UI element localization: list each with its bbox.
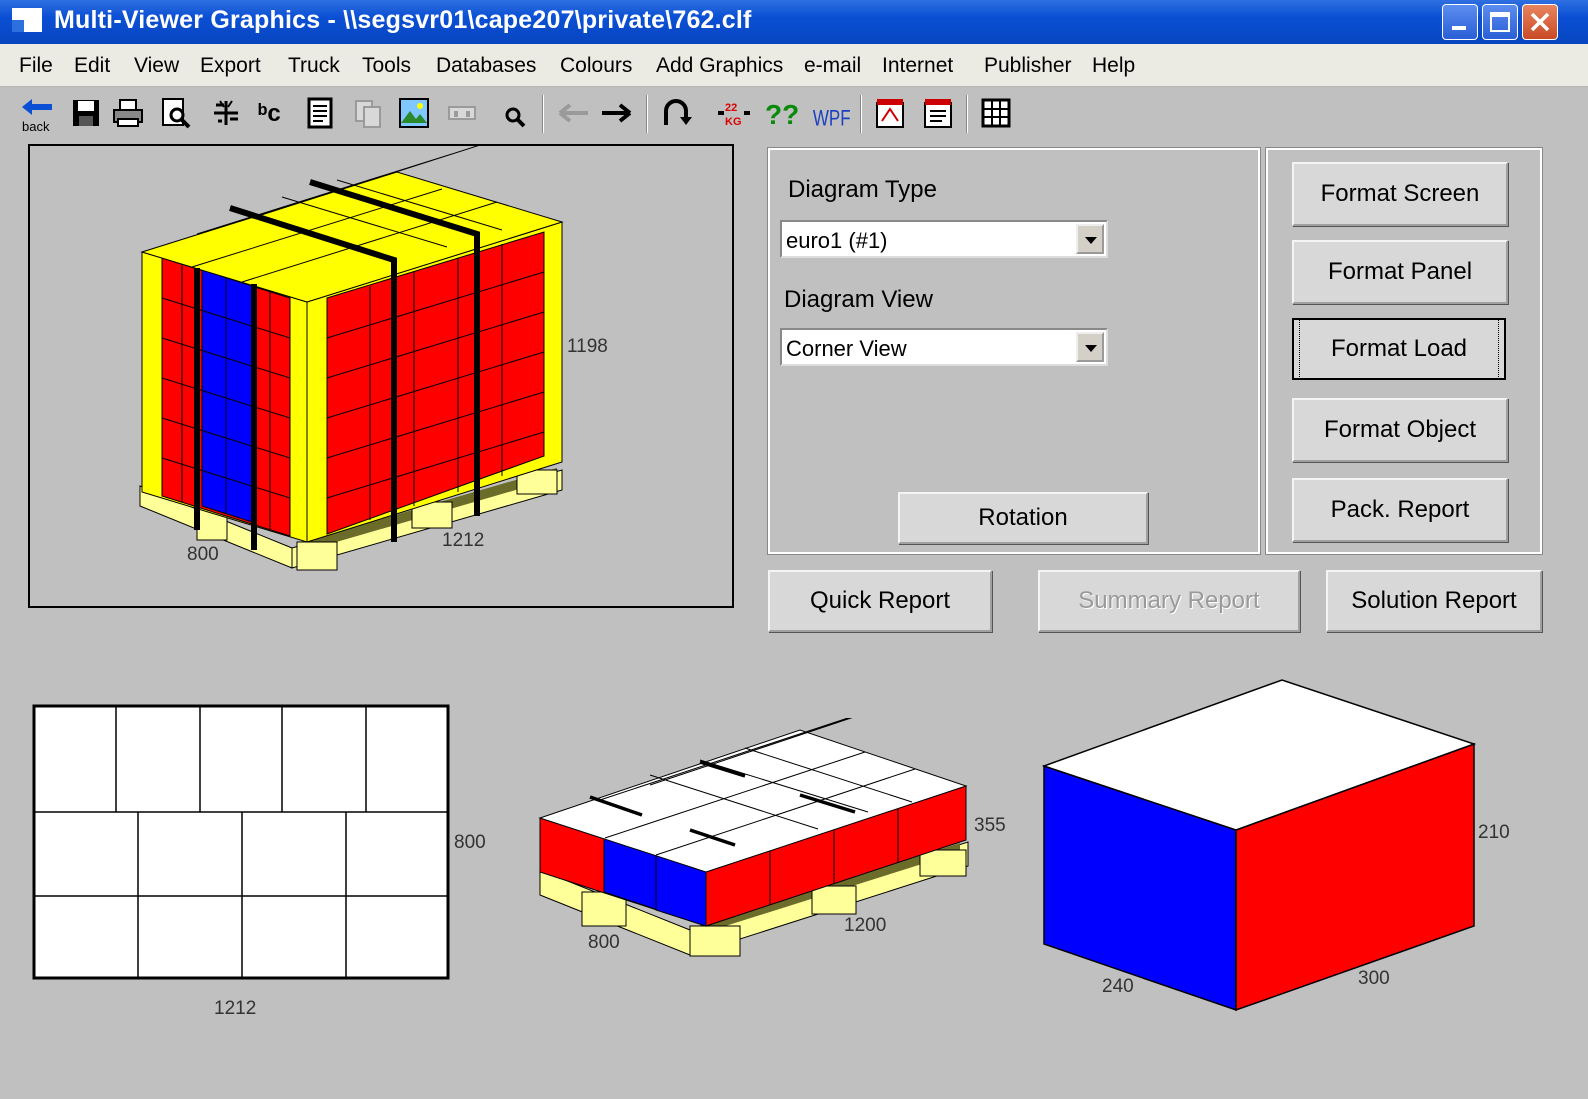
solution-report-button[interactable]: Solution Report bbox=[1326, 570, 1542, 632]
pack-report-label: Pack. Report bbox=[1330, 496, 1470, 523]
toolbar-separator bbox=[860, 95, 862, 133]
width-dimension: 1212 bbox=[442, 530, 485, 551]
back-icon[interactable]: back bbox=[18, 95, 56, 135]
diagram-view-select[interactable]: Corner View bbox=[780, 328, 1108, 366]
main-3d-view: 1198 800 1212 bbox=[28, 144, 734, 608]
text-label-icon[interactable]: ᵇc bbox=[256, 97, 292, 129]
format-panel-label: Format Panel bbox=[1327, 258, 1473, 285]
case-width-dimension: 300 bbox=[1358, 968, 1390, 989]
height-dimension: 1198 bbox=[567, 336, 608, 357]
case-view-diagram bbox=[1041, 679, 1477, 1012]
pdf-report-icon[interactable] bbox=[922, 97, 954, 129]
diagram-type-value: euro1 (#1) bbox=[786, 228, 888, 253]
arrow-left-icon[interactable] bbox=[556, 97, 592, 129]
summary-report-label: Summary Report bbox=[1078, 587, 1260, 614]
layer-height-dimension: 355 bbox=[974, 815, 1006, 836]
top-view-depth: 800 bbox=[454, 832, 486, 853]
save-icon[interactable] bbox=[70, 97, 102, 129]
toolbar: back ᵇc 22 KG ?? WPF bbox=[0, 87, 1588, 141]
pallet-load-diagram bbox=[139, 146, 564, 571]
menu-file[interactable]: File bbox=[19, 54, 53, 78]
pdf-icon[interactable] bbox=[874, 97, 906, 129]
format-load-button[interactable]: Format Load bbox=[1292, 318, 1506, 380]
report-icon[interactable] bbox=[304, 97, 336, 129]
arrow-right-icon[interactable] bbox=[600, 97, 636, 129]
format-object-label: Format Object bbox=[1323, 416, 1477, 443]
toolbar-separator bbox=[646, 95, 648, 133]
menu-tools[interactable]: Tools bbox=[362, 54, 411, 78]
pallet-icon[interactable] bbox=[446, 97, 478, 129]
diagram-type-select[interactable]: euro1 (#1) bbox=[780, 220, 1108, 258]
case-height-dimension: 210 bbox=[1478, 822, 1510, 843]
close-icon bbox=[1530, 12, 1550, 32]
app-icon bbox=[12, 8, 42, 32]
layer-view-diagram bbox=[538, 718, 969, 957]
diagram-view-value: Corner View bbox=[786, 336, 907, 361]
format-screen-label: Format Screen bbox=[1320, 180, 1480, 207]
pack-report-button[interactable]: Pack. Report bbox=[1292, 478, 1508, 542]
chevron-down-icon[interactable] bbox=[1076, 332, 1104, 362]
minimize-icon bbox=[1452, 26, 1466, 30]
back-label: back bbox=[22, 119, 50, 134]
print-preview-icon[interactable] bbox=[160, 97, 192, 129]
format-object-button[interactable]: Format Object bbox=[1292, 398, 1508, 462]
menu-view[interactable]: View bbox=[134, 54, 179, 78]
menu-internet[interactable]: Internet bbox=[882, 54, 953, 78]
format-screen-button[interactable]: Format Screen bbox=[1292, 162, 1508, 226]
layers-icon[interactable] bbox=[210, 97, 242, 129]
image-icon[interactable] bbox=[398, 97, 430, 129]
diagram-view-label: Diagram View bbox=[784, 286, 933, 313]
depth-dimension: 800 bbox=[187, 544, 219, 565]
menu-export[interactable]: Export bbox=[200, 54, 261, 78]
print-icon[interactable] bbox=[112, 97, 144, 129]
layer-depth-dimension: 800 bbox=[588, 932, 620, 953]
rotation-button-label: Rotation bbox=[978, 504, 1068, 531]
svg-text:ᵇc: ᵇc bbox=[258, 100, 281, 127]
zoom-icon[interactable] bbox=[500, 97, 532, 129]
menu-truck[interactable]: Truck bbox=[288, 54, 340, 78]
top-view-diagram bbox=[32, 704, 450, 980]
menu-add-graphics[interactable]: Add Graphics bbox=[656, 54, 783, 78]
rotate-icon[interactable] bbox=[660, 97, 692, 129]
diagram-type-label: Diagram Type bbox=[788, 176, 937, 203]
title-bar: Multi-Viewer Graphics - \\segsvr01\cape2… bbox=[0, 0, 1588, 44]
quick-report-label: Quick Report bbox=[809, 587, 951, 614]
minimize-button[interactable] bbox=[1442, 4, 1478, 40]
wpf-icon[interactable]: WPF bbox=[812, 97, 852, 129]
menu-publisher[interactable]: Publisher bbox=[984, 54, 1072, 78]
format-load-label: Format Load bbox=[1299, 319, 1499, 379]
summary-report-button[interactable]: Summary Report bbox=[1038, 570, 1300, 632]
svg-text:22: 22 bbox=[725, 102, 737, 114]
svg-text:KG: KG bbox=[725, 116, 742, 128]
rotation-button[interactable]: Rotation bbox=[898, 492, 1148, 544]
toolbar-separator bbox=[966, 95, 968, 133]
solution-report-label: Solution Report bbox=[1351, 587, 1517, 614]
case-depth-dimension: 240 bbox=[1102, 976, 1134, 997]
format-panel-button[interactable]: Format Panel bbox=[1292, 240, 1508, 304]
copy-icon[interactable] bbox=[352, 97, 384, 129]
menu-databases[interactable]: Databases bbox=[436, 54, 536, 78]
menu-colours[interactable]: Colours bbox=[560, 54, 632, 78]
toolbar-separator bbox=[542, 95, 544, 133]
layer-width-dimension: 1200 bbox=[844, 915, 887, 936]
menu-bar: File Edit View Export Truck Tools Databa… bbox=[0, 44, 1588, 87]
menu-email[interactable]: e-mail bbox=[804, 54, 861, 78]
chevron-down-icon[interactable] bbox=[1076, 224, 1104, 254]
menu-edit[interactable]: Edit bbox=[74, 54, 110, 78]
wpf-text: WPF bbox=[813, 107, 851, 129]
menu-help[interactable]: Help bbox=[1092, 54, 1135, 78]
top-view-width: 1212 bbox=[214, 998, 257, 1019]
window-title: Multi-Viewer Graphics - \\segsvr01\cape2… bbox=[54, 6, 752, 34]
close-button[interactable] bbox=[1522, 4, 1558, 40]
help-icon[interactable]: ?? bbox=[764, 97, 804, 129]
help-text: ?? bbox=[765, 99, 799, 129]
maximize-icon bbox=[1490, 12, 1510, 32]
quick-report-button[interactable]: Quick Report bbox=[768, 570, 992, 632]
grid-icon[interactable] bbox=[980, 97, 1012, 129]
maximize-button[interactable] bbox=[1482, 4, 1518, 40]
weight-icon[interactable]: 22 KG bbox=[716, 97, 752, 129]
